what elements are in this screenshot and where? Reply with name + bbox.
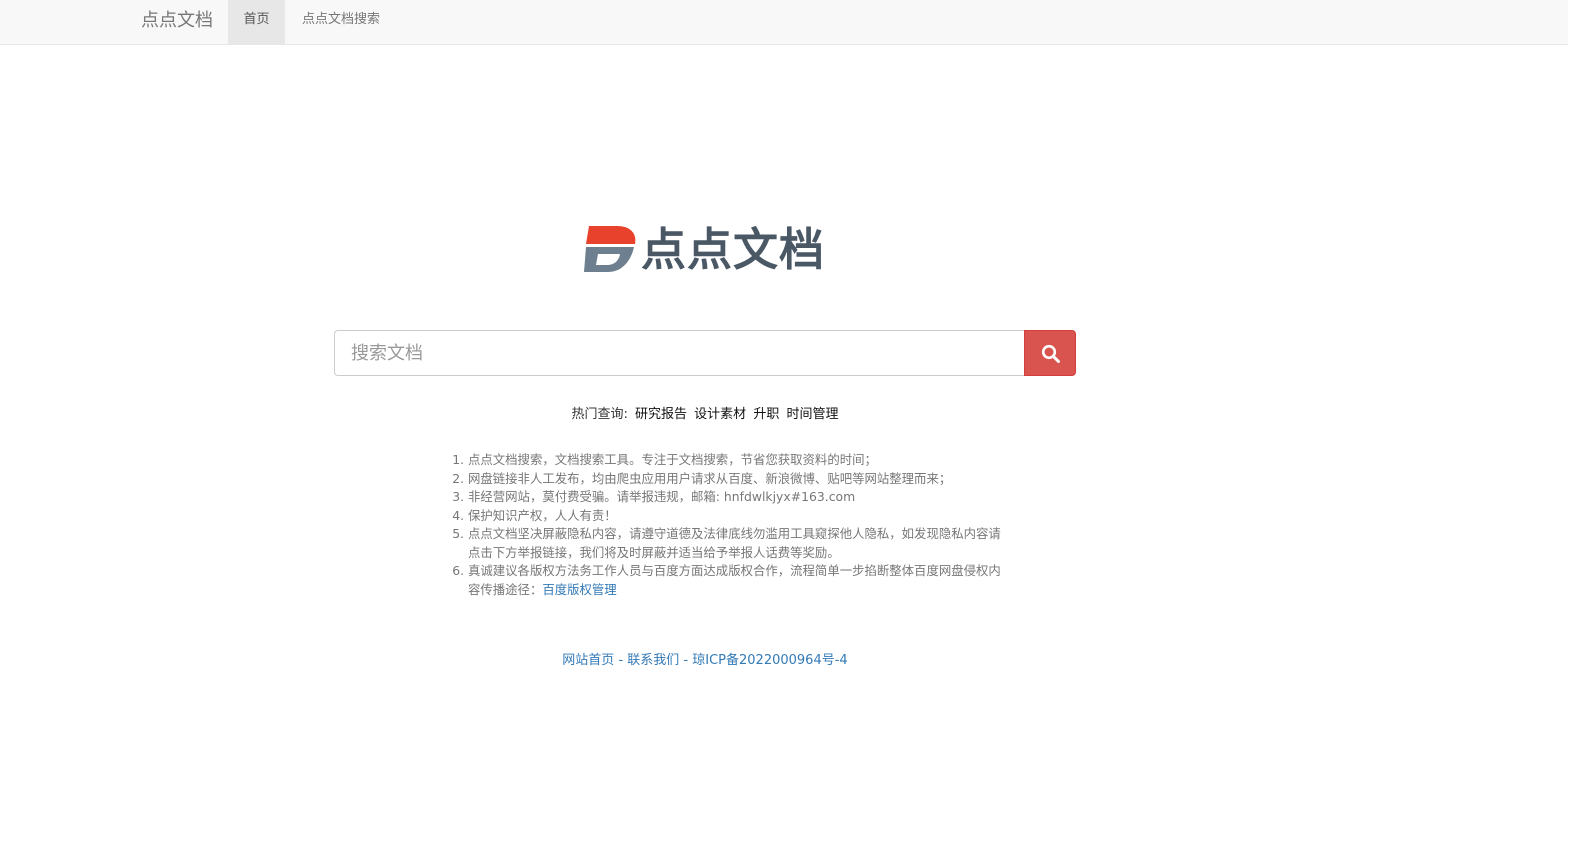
- list-item: 真诚建议各版权方法务工作人员与百度方面达成版权合作，流程简单一步掐断整体百度网盘…: [468, 562, 1008, 599]
- hot-queries-label: 热门查询:: [571, 407, 628, 422]
- footer: 网站首页 - 联系我们 - 琼ICP备2022000964号-4: [0, 649, 1410, 668]
- list-item: 保护知识产权，人人有责！: [468, 507, 1008, 526]
- list-item: 非经营网站，莫付费受骗。请举报违规，邮箱: hnfdwlkjyx#163.com: [468, 488, 1008, 507]
- list-item: 点点文档坚决屏蔽隐私内容，请遵守道德及法律底线勿滥用工具窥探他人隐私，如发现隐私…: [468, 525, 1008, 562]
- hot-queries: 热门查询: 研究报告 设计素材 升职 时间管理: [0, 403, 1410, 422]
- search-button[interactable]: [1024, 330, 1076, 376]
- list-item: 网盘链接非人工发布，均由爬虫应用用户请求从百度、新浪微博、贴吧等网站整理而来；: [468, 470, 1008, 489]
- list-item: 点点文档搜索，文档搜索工具。专注于文档搜索，节省您获取资料的时间；: [468, 451, 1008, 470]
- footer-link-contact[interactable]: 联系我们: [627, 653, 679, 668]
- hot-query-link[interactable]: 设计素材: [694, 407, 746, 422]
- hot-query-link[interactable]: 升职: [753, 407, 779, 422]
- logo-text: 点点文档: [641, 223, 826, 276]
- footer-separator: -: [614, 653, 628, 668]
- search-icon: [1041, 344, 1060, 363]
- footer-link-icp[interactable]: 琼ICP备2022000964号-4: [692, 653, 847, 668]
- nav-item-home[interactable]: 首页: [228, 0, 285, 44]
- footer-separator: -: [679, 653, 693, 668]
- baidu-copyright-link[interactable]: 百度版权管理: [542, 582, 616, 597]
- scrollbar[interactable]: [1568, 0, 1586, 854]
- hot-query-link[interactable]: 时间管理: [786, 407, 838, 422]
- navbar-brand[interactable]: 点点文档: [141, 0, 213, 44]
- top-navbar: 点点文档 首页 点点文档搜索: [0, 0, 1568, 45]
- notes-list: 点点文档搜索，文档搜索工具。专注于文档搜索，节省您获取资料的时间； 网盘链接非人…: [454, 451, 1008, 599]
- site-logo: 点点文档: [583, 225, 843, 275]
- logo-d-icon: [584, 226, 636, 272]
- footer-link-home[interactable]: 网站首页: [562, 653, 614, 668]
- search-bar: [334, 330, 1076, 376]
- hot-query-link[interactable]: 研究报告: [635, 407, 687, 422]
- nav-item-document-search[interactable]: 点点文档搜索: [285, 0, 397, 44]
- search-input[interactable]: [334, 330, 1024, 376]
